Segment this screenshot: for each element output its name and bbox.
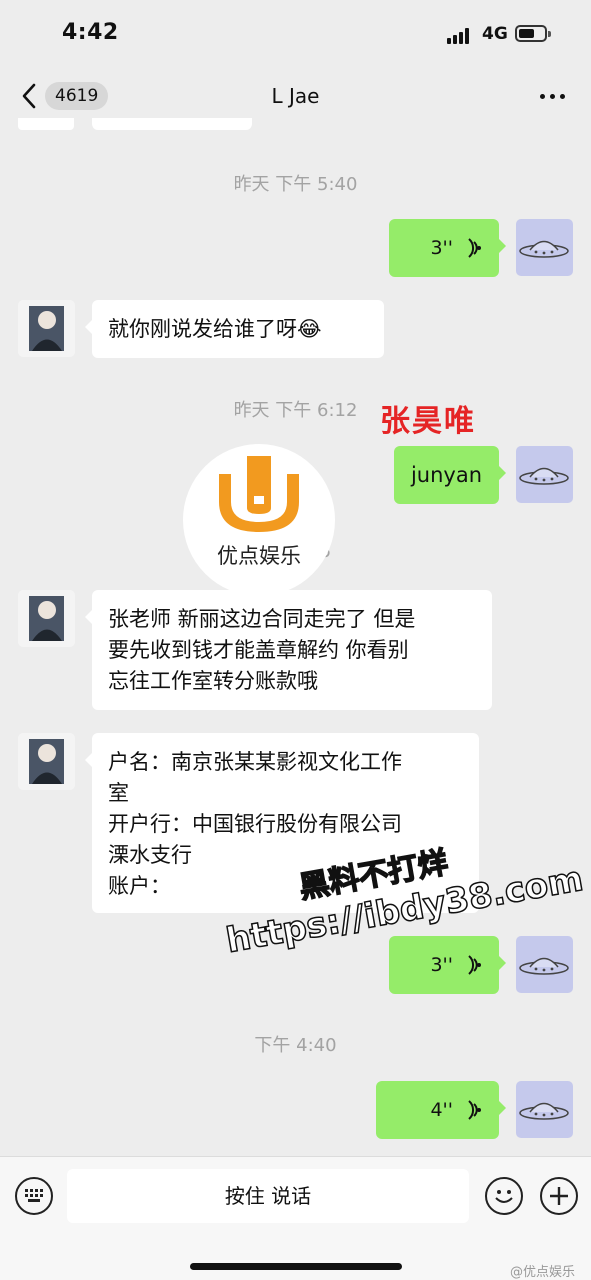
avatar-partial	[18, 118, 74, 130]
message-line: 户名：南京张某某影视文化工作	[108, 750, 402, 774]
message-bubble-out[interactable]: junyan	[394, 446, 506, 504]
logo-u-icon	[219, 456, 299, 532]
my-avatar[interactable]	[516, 1081, 573, 1138]
message-bubble-in[interactable]: 就你刚说发给谁了呀😂	[85, 300, 384, 358]
message-line: 张老师 新丽这边合同走完了 但是	[108, 607, 416, 631]
plus-icon[interactable]	[540, 1177, 578, 1215]
logo-watermark: 优点娱乐	[183, 444, 335, 596]
signal-icon	[447, 28, 473, 44]
chat-title: L Jae	[271, 84, 320, 108]
status-time: 4:42	[62, 20, 119, 45]
voice-message-out[interactable]: 4''	[376, 1081, 506, 1139]
contact-avatar[interactable]	[18, 590, 75, 647]
network-label: 4G	[482, 24, 508, 44]
keyboard-icon[interactable]	[15, 1177, 53, 1215]
input-bar: 按住 说话	[0, 1156, 591, 1280]
voice-wave-icon	[468, 238, 481, 258]
message-line: 忘往工作室转分账款哦	[108, 669, 318, 693]
status-bar: 4:42 4G	[0, 0, 591, 68]
timestamp: 昨天 下午 5:40	[233, 174, 358, 195]
voice-wave-icon	[468, 1100, 481, 1120]
voice-duration: 3''	[430, 953, 453, 976]
message-line: 室	[108, 781, 129, 805]
message-line: 要先收到钱才能盖章解约 你看别	[108, 638, 409, 662]
message-bubble-in[interactable]: 张老师 新丽这边合同走完了 但是 要先收到钱才能盖章解约 你看别 忘往工作室转分…	[85, 590, 492, 710]
my-avatar[interactable]	[516, 446, 573, 503]
voice-message-out[interactable]: 3''	[389, 219, 506, 277]
weibo-credit: @优点娱乐	[510, 1265, 576, 1280]
voice-wave-icon	[468, 955, 481, 975]
message-line: 开户行：中国银行股份有限公司	[108, 812, 402, 836]
voice-duration: 3''	[430, 236, 453, 259]
my-avatar[interactable]	[516, 936, 573, 993]
contact-avatar[interactable]	[18, 300, 75, 357]
hold-to-talk-button[interactable]: 按住 说话	[67, 1169, 469, 1223]
overlay-name-label: 张昊唯	[380, 404, 476, 439]
battery-icon	[515, 25, 551, 42]
timestamp: 下午 4:40	[254, 1035, 337, 1056]
logo-text: 优点娱乐	[217, 544, 301, 568]
voice-message-out[interactable]: 3''	[389, 936, 506, 994]
home-indicator	[190, 1263, 402, 1270]
contact-avatar[interactable]	[18, 733, 75, 790]
chat-header: 4619 L Jae	[0, 68, 591, 126]
timestamp: 昨天 下午 6:12	[233, 400, 358, 421]
emoji-icon[interactable]	[485, 1177, 523, 1215]
message-bubble-partial	[92, 118, 252, 130]
voice-duration: 4''	[430, 1098, 453, 1121]
more-dots-icon[interactable]	[534, 82, 570, 110]
my-avatar[interactable]	[516, 219, 573, 276]
